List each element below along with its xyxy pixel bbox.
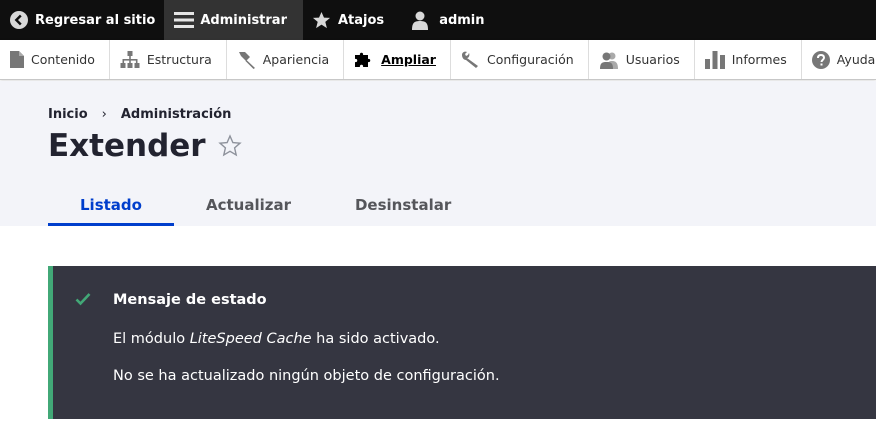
shortcuts-label: Atajos	[338, 12, 385, 28]
tray-item-structure[interactable]: Estructura	[110, 40, 227, 79]
page-title: Extender	[48, 128, 206, 164]
sitemap-icon	[120, 51, 140, 68]
status-message-line-1: El módulo LiteSpeed Cache ha sido activa…	[113, 331, 440, 347]
module-name: LiteSpeed Cache	[189, 331, 312, 347]
star-filled-icon	[312, 11, 331, 28]
tab-desinstalar[interactable]: Desinstalar	[323, 183, 483, 226]
breadcrumb: Inicio › Administración	[48, 107, 231, 122]
tab-listado[interactable]: Listado	[48, 183, 174, 226]
tray-item-appearance[interactable]: Apariencia	[227, 40, 345, 79]
page-header: Inicio › Administración Extender Listado…	[0, 81, 876, 226]
back-to-site-label: Regresar al sitio	[35, 12, 156, 28]
status-message-line-2: No se ha actualizado ningún objeto de co…	[113, 368, 500, 384]
people-icon	[599, 52, 618, 69]
check-icon	[75, 293, 91, 306]
star-outline-icon[interactable]	[217, 134, 242, 158]
user-menu-button[interactable]: admin	[393, 0, 493, 40]
puzzle-icon	[355, 52, 371, 67]
tray-item-extend[interactable]: Ampliar	[344, 40, 451, 79]
tab-actualizar[interactable]: Actualizar	[174, 183, 323, 226]
page-title-row: Extender	[48, 128, 242, 164]
breadcrumb-admin-link[interactable]: Administración	[121, 107, 232, 122]
paintbrush-icon	[238, 51, 255, 69]
breadcrumb-separator: ›	[101, 107, 107, 122]
primary-tabs: Listado Actualizar Desinstalar	[48, 183, 483, 226]
user-icon	[412, 11, 429, 30]
tray-item-content[interactable]: Contenido	[0, 40, 110, 79]
chevron-left-circle-icon	[10, 11, 28, 29]
file-icon	[10, 51, 24, 68]
manage-menu-label: Administrar	[200, 12, 287, 28]
tray-item-configuration[interactable]: Configuración	[451, 40, 589, 79]
shortcuts-button[interactable]: Atajos	[303, 0, 393, 40]
help-icon	[811, 50, 830, 69]
status-message-title: Mensaje de estado	[113, 292, 267, 308]
bar-chart-icon	[704, 50, 725, 69]
tray-item-help[interactable]: Ayuda	[802, 40, 876, 79]
line1-prefix: El módulo	[113, 331, 190, 347]
back-to-site-link[interactable]: Regresar al sitio	[0, 0, 164, 40]
tray-item-reports[interactable]: Informes	[695, 40, 802, 79]
tray-item-users[interactable]: Usuarios	[589, 40, 695, 79]
manage-menu-button[interactable]: Administrar	[164, 0, 303, 40]
status-message: Mensaje de estado El módulo LiteSpeed Ca…	[48, 266, 876, 419]
admin-tray: Contenido Estructura Apariencia Ampliar	[0, 40, 876, 80]
line1-suffix: ha sido activado.	[311, 331, 440, 347]
breadcrumb-home-link[interactable]: Inicio	[48, 107, 88, 122]
user-label: admin	[439, 12, 485, 28]
wrench-icon	[461, 51, 478, 68]
admin-toolbar: Regresar al sitio Administrar Atajos adm…	[0, 0, 876, 40]
hamburger-icon	[174, 12, 195, 28]
